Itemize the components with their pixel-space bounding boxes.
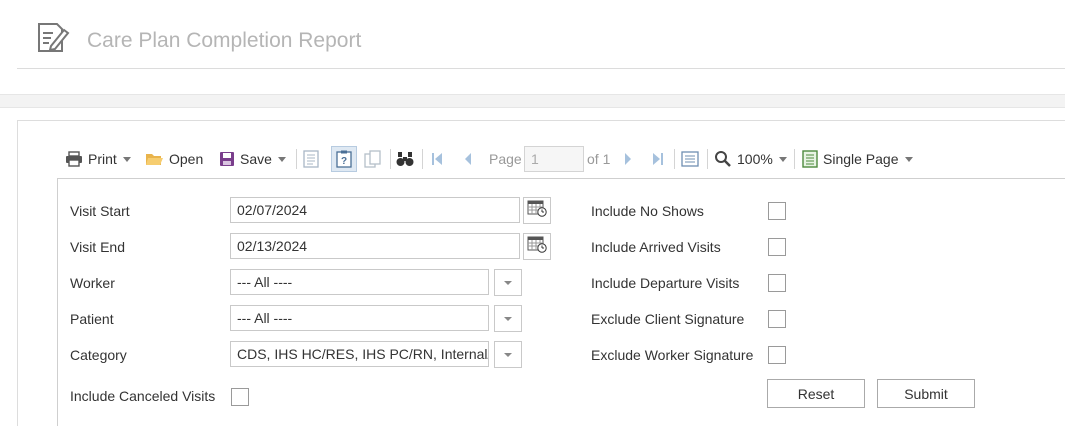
copy-icon (364, 150, 382, 168)
document-map-button[interactable] (303, 140, 319, 178)
floppy-disk-icon (219, 151, 235, 167)
chevron-down-icon (504, 352, 512, 357)
page-title: Care Plan Completion Report (87, 29, 362, 52)
calendar-clock-icon (527, 235, 547, 258)
next-page-icon (623, 152, 633, 166)
last-page-icon (652, 152, 664, 166)
report-edit-icon (36, 20, 70, 54)
chevron-down-icon (778, 156, 787, 162)
copy-button[interactable] (364, 140, 382, 178)
binoculars-icon (396, 151, 414, 167)
include-departure-label: Include Departure Visits (591, 275, 740, 291)
last-page-button[interactable] (652, 140, 664, 178)
worker-select[interactable]: --- All ---- (230, 269, 489, 295)
worker-label: Worker (70, 275, 115, 291)
exclude-worker-signature-label: Exclude Worker Signature (591, 347, 754, 363)
visit-end-input[interactable]: 02/13/2024 (230, 233, 520, 259)
submit-button[interactable]: Submit (877, 379, 975, 408)
exclude-client-signature-label: Exclude Client Signature (591, 311, 745, 327)
chevron-down-icon (277, 156, 286, 162)
parameters-form: Visit Start 02/07/2024 Visit End 02/13/2… (57, 180, 1065, 425)
patient-label: Patient (70, 311, 114, 327)
save-label: Save (240, 151, 272, 167)
open-button[interactable]: Open (145, 140, 203, 178)
include-no-shows-checkbox[interactable] (768, 202, 786, 220)
zoom-label: 100% (737, 151, 773, 167)
visit-start-label: Visit Start (70, 203, 130, 219)
toolbar-separator (674, 149, 675, 169)
category-select[interactable]: CDS, IHS HC/RES, IHS PC/RN, Internal/N (230, 341, 489, 367)
search-button[interactable] (396, 140, 414, 178)
page-number-input[interactable] (524, 146, 584, 172)
patient-dropdown-button[interactable] (494, 305, 522, 332)
view-mode-dropdown[interactable]: Single Page (802, 140, 913, 178)
printer-icon (65, 151, 83, 167)
toolbar-separator (794, 149, 795, 169)
report-toolbar: Print Open Save ? Page 1 of 1 100% Singl… (57, 140, 1065, 179)
next-page-button[interactable] (623, 140, 633, 178)
document-map-icon (303, 150, 319, 168)
include-canceled-label: Include Canceled Visits (70, 388, 216, 404)
view-mode-label: Single Page (823, 151, 899, 167)
toolbar-separator (390, 149, 391, 169)
parameters-button[interactable]: ? (336, 140, 352, 178)
visit-start-input[interactable]: 02/07/2024 (230, 197, 520, 223)
worker-dropdown-button[interactable] (494, 269, 522, 296)
visit-start-calendar-button[interactable] (523, 197, 551, 224)
magnifier-icon (714, 150, 732, 168)
include-arrived-checkbox[interactable] (768, 238, 786, 256)
save-button[interactable]: Save (219, 140, 286, 178)
full-screen-button[interactable] (681, 140, 699, 178)
chevron-down-icon (504, 280, 512, 285)
page-count-label: of 1 (587, 151, 611, 167)
chevron-down-icon (904, 156, 913, 162)
chevron-down-icon (122, 156, 131, 162)
exclude-worker-signature-checkbox[interactable] (768, 346, 786, 364)
print-label: Print (88, 151, 117, 167)
previous-page-button[interactable] (463, 140, 473, 178)
header-divider (17, 68, 1065, 69)
zoom-dropdown[interactable]: 100% (714, 140, 787, 178)
full-screen-icon (681, 151, 699, 167)
open-label: Open (169, 151, 204, 167)
folder-open-icon (145, 152, 164, 167)
include-departure-checkbox[interactable] (768, 274, 786, 292)
visit-end-calendar-button[interactable] (523, 233, 551, 260)
toolbar-separator (296, 149, 297, 169)
patient-select[interactable]: --- All ---- (230, 305, 489, 331)
print-button[interactable]: Print (65, 140, 131, 178)
first-page-icon (431, 152, 443, 166)
toolbar-separator (707, 149, 708, 169)
page-label: Page (489, 151, 522, 167)
page-header: Care Plan Completion Report (0, 0, 1065, 70)
parameters-icon: ? (336, 150, 352, 168)
previous-page-icon (463, 152, 473, 166)
include-arrived-label: Include Arrived Visits (591, 239, 721, 255)
svg-text:?: ? (341, 156, 347, 167)
exclude-client-signature-checkbox[interactable] (768, 310, 786, 328)
single-page-icon (802, 150, 818, 168)
include-no-shows-label: Include No Shows (591, 203, 704, 219)
chevron-down-icon (504, 316, 512, 321)
category-label: Category (70, 347, 127, 363)
first-page-button[interactable] (431, 140, 443, 178)
reset-button[interactable]: Reset (767, 379, 865, 408)
calendar-clock-icon (527, 199, 547, 222)
include-canceled-checkbox[interactable] (231, 388, 249, 406)
toolbar-separator (422, 149, 423, 169)
visit-end-label: Visit End (70, 239, 125, 255)
section-divider-band (0, 94, 1065, 108)
category-dropdown-button[interactable] (494, 341, 522, 368)
